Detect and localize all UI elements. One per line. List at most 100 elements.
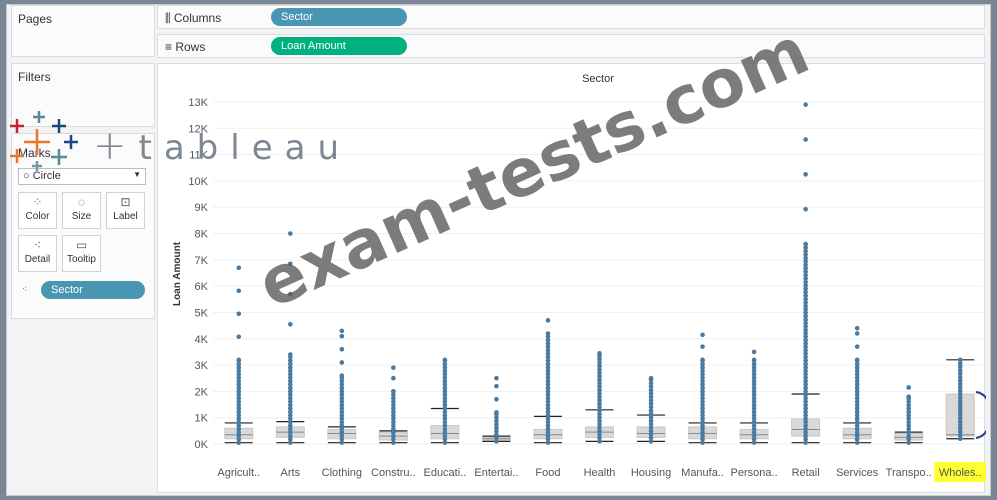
y-tick-label: 2K	[195, 386, 209, 398]
data-point	[803, 172, 808, 177]
data-point	[700, 344, 705, 349]
annotation-bracket	[975, 391, 986, 439]
data-point	[906, 394, 911, 399]
data-point	[803, 206, 808, 212]
data-point	[391, 389, 396, 394]
data-point	[236, 288, 242, 294]
data-point-max	[854, 325, 860, 331]
data-point-max	[957, 357, 963, 363]
y-tick-label: 6K	[195, 281, 209, 293]
label-label: Label	[113, 211, 138, 222]
x-tick-label: Manufa..	[681, 467, 724, 479]
tooltip-icon: ▭	[75, 238, 88, 252]
data-point	[803, 137, 808, 142]
data-point	[391, 375, 396, 381]
x-tick-label: Constru..	[371, 467, 416, 479]
data-point	[494, 383, 499, 389]
y-tick-label: 7K	[195, 255, 209, 267]
data-point-max	[906, 385, 911, 390]
label-button[interactable]: ⊡ Label	[106, 192, 145, 229]
y-tick-label: 4K	[195, 334, 209, 346]
x-tick-label: Food	[535, 467, 560, 479]
pages-title: Pages	[18, 12, 53, 26]
columns-sector-pill[interactable]: Sector	[271, 8, 407, 26]
data-point-max	[442, 357, 448, 363]
tooltip-label: Tooltip	[67, 254, 96, 265]
data-point-max	[236, 265, 242, 271]
marks-sector-pill[interactable]: Sector	[41, 281, 145, 299]
size-label: Size	[71, 211, 92, 222]
logo-wordmark: +tableau	[93, 123, 352, 169]
size-button[interactable]: ◌ Size	[62, 192, 101, 229]
x-tick-label: Wholes..	[939, 467, 982, 479]
y-tick-label: 1K	[195, 413, 209, 425]
data-point	[339, 373, 345, 378]
rows-shelf-label: ≡ Rows	[165, 40, 206, 54]
data-point-max	[494, 375, 499, 381]
data-point	[236, 334, 242, 340]
color-icon: ⁘	[32, 195, 43, 209]
columns-shelf-label: ⫼ Columns	[165, 11, 222, 25]
detail-label: Detail	[24, 254, 51, 265]
y-tick-label: 8K	[195, 229, 209, 241]
tableau-logo: +tableau	[9, 109, 339, 173]
data-point	[236, 357, 242, 363]
y-tick-label: 0K	[195, 439, 209, 451]
detail-icon: ⁖	[33, 238, 42, 252]
x-tick-label: Clothing	[322, 467, 362, 479]
columns-icon: ⫼	[165, 11, 174, 25]
data-point	[339, 333, 345, 339]
data-point	[700, 357, 705, 363]
detail-button[interactable]: ⁖ Detail	[18, 235, 57, 272]
y-tick-label: 13K	[188, 97, 208, 109]
data-point	[236, 311, 242, 317]
color-button[interactable]: ⁘ Color	[18, 192, 57, 229]
x-tick-label: Educati..	[423, 467, 466, 479]
label-icon: ⊡	[120, 195, 131, 209]
rows-icon: ≡	[165, 40, 176, 54]
columns-shelf[interactable]: ⫼ Columns Sector	[157, 5, 985, 29]
x-tick-label: Agricult..	[217, 467, 260, 479]
x-tick-label: Services	[836, 467, 879, 479]
rows-loan-amount-pill[interactable]: Loan Amount	[271, 37, 407, 55]
data-point	[339, 346, 345, 352]
data-point	[288, 322, 293, 327]
y-tick-label: 10K	[188, 176, 208, 188]
data-point-max	[803, 102, 808, 107]
chart-title: Sector	[582, 73, 614, 85]
data-point-max	[700, 332, 705, 338]
tooltip-button[interactable]: ▭ Tooltip	[62, 235, 101, 272]
data-point-max	[545, 318, 551, 323]
data-point-max	[339, 328, 345, 334]
tableau-workspace: Pages Filters Marks ○ Circle ▼ ⁘ Color ◌…	[6, 4, 991, 496]
y-tick-label: 5K	[195, 307, 209, 319]
data-point	[494, 396, 499, 402]
x-tick-label: Health	[584, 467, 616, 479]
x-tick-label: Transpo..	[886, 467, 932, 479]
y-axis-label: Loan Amount	[172, 241, 183, 306]
data-point-max	[597, 350, 602, 356]
data-point-max	[391, 365, 396, 371]
color-label: Color	[25, 211, 50, 222]
data-point	[854, 344, 860, 349]
data-point	[494, 410, 499, 415]
x-tick-label: Persona..	[731, 467, 778, 479]
data-point	[854, 357, 860, 363]
pages-card[interactable]: Pages	[11, 5, 155, 57]
data-point-max	[751, 349, 757, 355]
x-tick-label: Housing	[631, 467, 671, 479]
data-point	[854, 331, 860, 336]
x-tick-label: Arts	[281, 467, 301, 479]
y-tick-label: 3K	[195, 360, 209, 372]
data-point	[803, 241, 808, 247]
tableau-cross-icon	[10, 111, 78, 171]
detail-field-icon: ⁖	[22, 284, 28, 294]
size-icon: ◌	[77, 195, 86, 209]
x-tick-label: Retail	[792, 467, 820, 479]
filters-title: Filters	[18, 70, 51, 84]
data-point	[545, 331, 551, 336]
data-point	[339, 360, 345, 365]
rows-shelf[interactable]: ≡ Rows Loan Amount	[157, 34, 985, 58]
y-tick-label: 9K	[195, 202, 209, 214]
data-point	[288, 352, 293, 357]
